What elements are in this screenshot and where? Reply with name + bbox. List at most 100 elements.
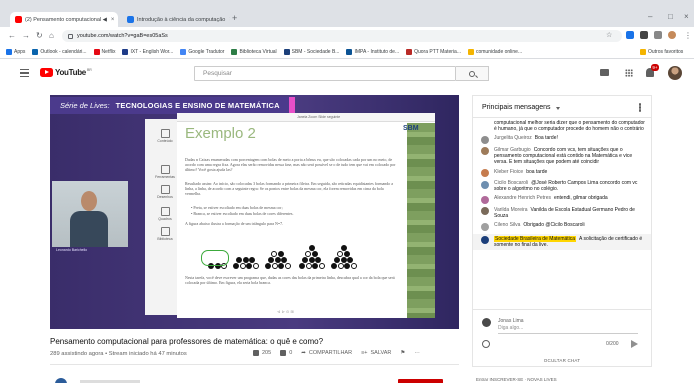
back-arrow-icon[interactable]: ←	[8, 31, 16, 41]
bookmark-google-translate[interactable]: Google Tradutor	[180, 48, 224, 55]
logo-text: YouTube	[55, 68, 86, 77]
bookmark-other[interactable]: Outros favoritos	[640, 48, 683, 55]
netflix-icon	[93, 48, 100, 55]
thumbs-down-icon	[280, 350, 287, 356]
chat-author-name[interactable]: Sociedade Brasileira de Matemática	[494, 235, 577, 242]
chat-author-name[interactable]: Alexandre Henrich Petres	[494, 195, 551, 201]
bookmark-apps[interactable]: Apps	[6, 48, 25, 55]
more-button[interactable]: ···	[414, 350, 420, 356]
chat-input-area: Jonas Lima Diga algo... 0/200 OCULTAR CH…	[473, 309, 651, 366]
share-button[interactable]: ➦ COMPARTILHAR	[301, 350, 352, 356]
chat-author-name[interactable]: Jurgelita Queiroz	[494, 135, 532, 141]
chat-author-name[interactable]: Cicilo Boscaroli	[494, 180, 528, 186]
browser-tab-youtube[interactable]: (2) Pensamento computacional ◀ ×	[10, 12, 118, 27]
chat-message: Kleber Fioice boa tarde	[481, 169, 647, 178]
create-video-icon[interactable]	[600, 69, 609, 76]
chat-message-owner: Sociedade Brasileira de Matemática A soli…	[473, 233, 651, 251]
close-tab-icon[interactable]: ×	[229, 17, 230, 23]
chat-author-avatar[interactable]	[481, 120, 489, 129]
bookmark-sbm[interactable]: SBM - Sociedade B...	[283, 48, 339, 55]
bookmark-netflix[interactable]: Netflix	[93, 48, 115, 55]
chat-author-avatar[interactable]	[481, 207, 489, 216]
white-ball	[318, 263, 325, 269]
send-icon[interactable]	[631, 340, 638, 348]
black-ball	[308, 245, 315, 251]
black-ball	[242, 257, 249, 263]
bookmark-ixt[interactable]: IXT - English Wor...	[122, 48, 173, 55]
menu-icon[interactable]	[20, 69, 29, 77]
search-button[interactable]	[456, 66, 489, 81]
white-ball	[350, 263, 357, 269]
bookmark-icon	[346, 48, 353, 55]
chrome-menu-icon[interactable]: ⋮	[684, 31, 692, 41]
address-bar[interactable]: youtube.com/watch?v=gaB=es05aSs	[62, 30, 622, 42]
more-options-icon[interactable]	[639, 103, 641, 112]
new-tab-icon[interactable]: +	[232, 13, 237, 23]
report-button[interactable]: ⚑	[400, 350, 405, 356]
minimize-icon[interactable]: –	[648, 12, 652, 21]
chat-text: boa tarde	[526, 168, 548, 175]
bookmark-comunidade[interactable]: comunidade online...	[467, 48, 522, 55]
video-player[interactable]: Série de Lives: TECNOLOGIAS E ENSINO DE …	[50, 95, 459, 329]
chat-author-avatar[interactable]	[481, 195, 489, 204]
chat-author-avatar[interactable]	[481, 147, 489, 156]
slide-paragraph: Nesta tarefa, você deve escrever um prog…	[185, 275, 395, 286]
home-icon[interactable]: ⌂	[49, 31, 54, 41]
extension-icon[interactable]	[654, 31, 662, 39]
tool-biblioteca: Biblioteca	[153, 227, 177, 241]
chat-input[interactable]: Diga algo...	[498, 325, 638, 334]
sbm-logo: SBM	[403, 125, 419, 132]
chat-message: Jurgelita Queiroz Boa tarde!	[481, 135, 647, 144]
hide-chat-button[interactable]: OCULTAR CHAT	[473, 358, 651, 363]
chat-author-name[interactable]: Kleber Fioice	[494, 169, 523, 175]
forward-arrow-icon[interactable]: →	[22, 31, 30, 41]
extension-icon[interactable]	[640, 31, 648, 39]
like-button[interactable]: 205	[253, 350, 271, 356]
chat-author-name[interactable]: Gilmar Garbugio	[494, 147, 531, 153]
chat-author-avatar[interactable]	[481, 236, 489, 245]
apps-grid-icon[interactable]	[625, 69, 633, 77]
star-icon[interactable]: ☆	[606, 31, 612, 41]
black-ball	[308, 257, 315, 263]
close-tab-icon[interactable]: ×	[111, 17, 115, 23]
profile-icon[interactable]	[668, 31, 676, 39]
bookmark-impa[interactable]: IMPA - Instituto de...	[346, 48, 399, 55]
chat-author-avatar[interactable]	[481, 135, 489, 144]
bookmark-quora[interactable]: Quora PTT Materia...	[406, 48, 461, 55]
dislike-button[interactable]: 0	[280, 350, 292, 356]
subscribe-button[interactable]	[398, 379, 443, 383]
extension-icon[interactable]	[626, 31, 634, 39]
chat-author-avatar[interactable]	[481, 180, 489, 189]
chat-message-text: Sociedade Brasileira de Matemática A soli…	[494, 235, 651, 248]
char-counter: 0/200	[606, 341, 619, 347]
lock-icon	[68, 33, 73, 39]
bookmarks-bar: Apps Outlook - calendári... Netflix IXT …	[0, 45, 694, 59]
white-ball	[252, 263, 259, 269]
chat-author-avatar[interactable]	[481, 169, 489, 178]
chat-author-name[interactable]: Cileno Silva	[494, 222, 520, 228]
save-button[interactable]: ≡+ SALVAR	[361, 350, 391, 356]
bookmark-biblioteca[interactable]: Biblioteca Virtual	[231, 48, 277, 55]
slide-page-controls[interactable]: ⊲ ⊳ ⊙ ⊞	[277, 309, 294, 314]
channel-avatar[interactable]	[55, 378, 67, 383]
flag-icon: ⚑	[400, 350, 406, 356]
chat-author-avatar[interactable]	[481, 222, 489, 231]
content-icon	[160, 129, 170, 138]
user-avatar[interactable]	[668, 66, 682, 80]
thumbs-up-icon	[253, 350, 259, 356]
chat-mode-selector[interactable]: Principais mensagens	[482, 104, 550, 111]
chat-message: computacional melhor seria dizer que o p…	[481, 120, 647, 132]
close-window-icon[interactable]: ×	[684, 12, 689, 21]
browser-tab-intro[interactable]: Introdução à ciência da computação ×	[122, 12, 230, 27]
maximize-icon[interactable]: □	[668, 12, 673, 21]
youtube-logo[interactable]: YouTube BR	[40, 68, 92, 77]
chat-author-name[interactable]: Varilda Moreira	[494, 207, 528, 213]
chevron-down-icon[interactable]	[556, 107, 560, 110]
search-input[interactable]: Pesquisar	[194, 66, 456, 81]
emoji-icon[interactable]	[482, 340, 490, 348]
live-series-banner: Série de Lives: TECNOLOGIAS E ENSINO DE …	[50, 97, 295, 114]
chat-message-text: Cileno Silva Obrigado @Cicilo Boscaroli	[494, 222, 585, 228]
bookmark-icon	[231, 48, 238, 55]
bookmark-outlook[interactable]: Outlook - calendári...	[32, 48, 87, 55]
reload-icon[interactable]: ↻	[36, 31, 43, 41]
